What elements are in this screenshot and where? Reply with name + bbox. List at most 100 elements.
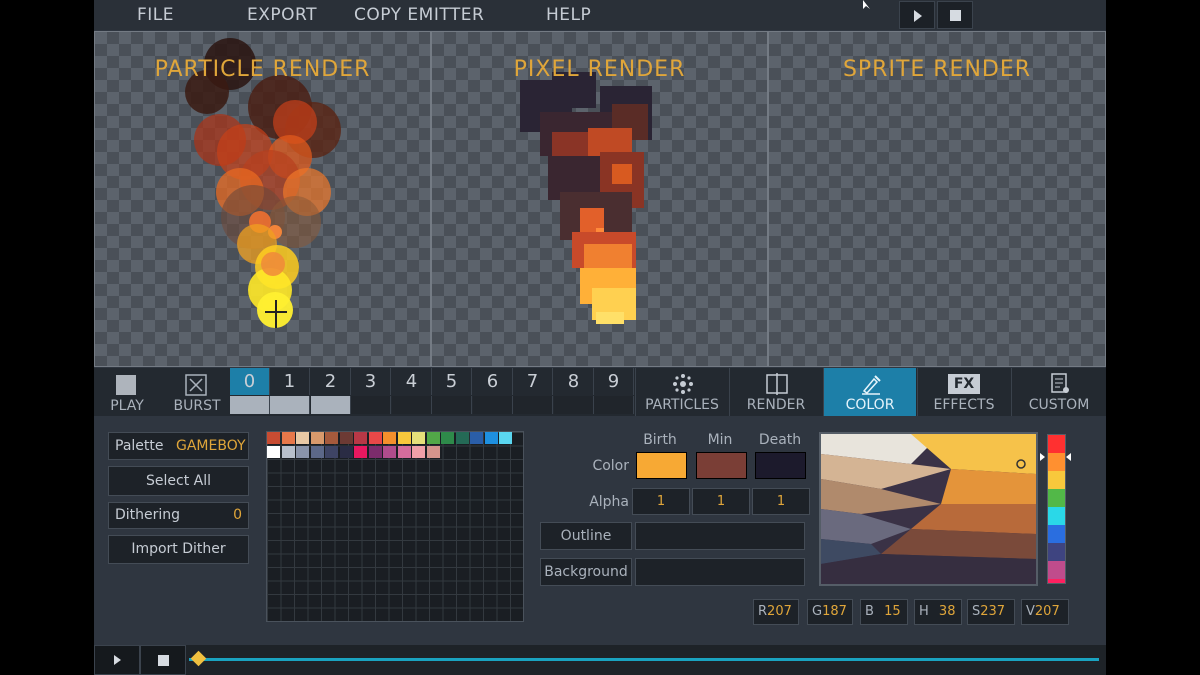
tab-render[interactable]: RENDER bbox=[729, 368, 822, 416]
timeline-play-icon bbox=[114, 655, 121, 665]
hue-slider[interactable] bbox=[1047, 434, 1066, 584]
palette-swatch[interactable] bbox=[310, 432, 324, 444]
tab-effects[interactable]: FX EFFECTS bbox=[917, 368, 1010, 416]
channel-b-field[interactable]: B 15 bbox=[860, 599, 908, 625]
import-dither-button[interactable]: Import Dither bbox=[108, 535, 249, 564]
timeline-play-button[interactable] bbox=[94, 645, 140, 675]
panel-title-pixel: PIXEL RENDER bbox=[513, 57, 686, 82]
tab-color-label: COLOR bbox=[845, 397, 895, 413]
channel-g-value: 187 bbox=[822, 604, 847, 619]
sprite-render-panel[interactable]: SPRITE RENDER bbox=[768, 31, 1106, 367]
channel-s-field[interactable]: S237 bbox=[967, 599, 1015, 625]
palette-swatch[interactable] bbox=[325, 446, 338, 458]
palette-swatch[interactable] bbox=[484, 432, 498, 444]
emitter-slot-3[interactable]: 3 bbox=[351, 368, 391, 395]
dithering-value: 0 bbox=[233, 507, 242, 523]
channel-r-field[interactable]: R207 bbox=[753, 599, 799, 625]
min-color-swatch[interactable] bbox=[696, 452, 747, 479]
palette-swatch[interactable] bbox=[339, 432, 353, 444]
palette-swatch[interactable] bbox=[296, 432, 309, 444]
palette-swatch[interactable] bbox=[412, 432, 425, 444]
palette-swatch[interactable] bbox=[368, 446, 382, 458]
emitter-tab-strip: PLAY BURST 0 1 2 3 4 5 6 7 8 9 PARTICLES… bbox=[94, 368, 1106, 416]
particle-render-panel[interactable]: PARTICLE RENDER bbox=[94, 31, 431, 367]
palette-swatch[interactable] bbox=[339, 446, 353, 458]
channel-v-field[interactable]: V207 bbox=[1021, 599, 1069, 625]
background-button[interactable]: Background bbox=[540, 558, 632, 586]
app-window: FILE EXPORT COPY EMITTER HELP PARTICLE R… bbox=[94, 0, 1106, 675]
toolbar-play-button[interactable] bbox=[899, 1, 935, 29]
palette-swatch[interactable] bbox=[296, 446, 309, 458]
palette-swatch[interactable] bbox=[426, 432, 440, 444]
palette-swatch[interactable] bbox=[383, 446, 396, 458]
toolbar-stop-button[interactable] bbox=[937, 1, 973, 29]
emitter-slot-0[interactable]: 0 bbox=[230, 368, 270, 395]
birth-color-swatch[interactable] bbox=[636, 452, 687, 479]
channel-r-value: 207 bbox=[767, 604, 792, 619]
palette-swatch[interactable] bbox=[397, 432, 411, 444]
palette-swatch[interactable] bbox=[267, 446, 280, 458]
tab-particles-label: PARTICLES bbox=[645, 397, 719, 413]
emitter-slot-1[interactable]: 1 bbox=[270, 368, 310, 395]
menu-help[interactable]: HELP bbox=[546, 5, 591, 25]
dithering-field[interactable]: Dithering 0 bbox=[108, 502, 249, 529]
palette-swatch[interactable] bbox=[397, 446, 411, 458]
select-all-button[interactable]: Select All bbox=[108, 466, 249, 496]
emitter-slot-4[interactable]: 4 bbox=[392, 368, 432, 395]
palette-swatch[interactable] bbox=[281, 446, 295, 458]
palette-swatch[interactable] bbox=[499, 432, 512, 444]
outline-color-field[interactable] bbox=[635, 522, 805, 550]
channel-b-value: 15 bbox=[884, 604, 901, 619]
stop-icon bbox=[950, 10, 961, 21]
palette-swatch[interactable] bbox=[368, 432, 382, 444]
timeline-keyframe-icon[interactable] bbox=[190, 650, 207, 667]
channel-h-field[interactable]: H 38 bbox=[914, 599, 962, 625]
tab-custom[interactable]: CUSTOM bbox=[1011, 368, 1106, 416]
menu-export[interactable]: EXPORT bbox=[247, 5, 317, 25]
outline-button[interactable]: Outline bbox=[540, 522, 632, 550]
palette-grid[interactable] bbox=[266, 431, 524, 622]
emitter-slot-8[interactable]: 8 bbox=[554, 368, 594, 395]
palette-swatch[interactable] bbox=[354, 432, 367, 444]
burst-tool-button[interactable]: BURST bbox=[164, 368, 230, 416]
birth-alpha-field[interactable]: 1 bbox=[632, 488, 690, 515]
emitter-slot-9[interactable]: 9 bbox=[594, 368, 634, 395]
palette-swatch[interactable] bbox=[470, 432, 483, 444]
emitter-indicator-4 bbox=[392, 396, 432, 414]
play-tool-button[interactable]: PLAY bbox=[94, 368, 160, 416]
channel-h-key: H bbox=[919, 604, 929, 619]
channel-g-field[interactable]: G187 bbox=[807, 599, 853, 625]
palette-swatch[interactable] bbox=[412, 446, 425, 458]
palette-swatch[interactable] bbox=[441, 432, 454, 444]
emitter-slot-2[interactable]: 2 bbox=[311, 368, 351, 395]
palette-selector[interactable]: Palette GAMEBOY bbox=[108, 432, 249, 460]
tab-particles[interactable]: PARTICLES bbox=[635, 368, 728, 416]
palette-swatch[interactable] bbox=[354, 446, 367, 458]
timeline-stop-button[interactable] bbox=[140, 645, 186, 675]
timeline-track[interactable] bbox=[189, 658, 1099, 661]
color-picker-area[interactable] bbox=[819, 432, 1038, 586]
palette-swatch[interactable] bbox=[426, 446, 440, 458]
palette-label: Palette bbox=[115, 438, 164, 454]
death-header: Death bbox=[758, 432, 802, 448]
tab-color[interactable]: COLOR bbox=[823, 368, 916, 416]
death-color-swatch[interactable] bbox=[755, 452, 806, 479]
palette-swatch[interactable] bbox=[455, 432, 469, 444]
palette-swatch[interactable] bbox=[310, 446, 324, 458]
emitter-slot-7[interactable]: 7 bbox=[513, 368, 553, 395]
palette-swatch[interactable] bbox=[267, 432, 280, 444]
menu-file[interactable]: FILE bbox=[137, 5, 174, 25]
menu-copy-emitter[interactable]: COPY EMITTER bbox=[354, 5, 484, 25]
death-alpha-field[interactable]: 1 bbox=[752, 488, 810, 515]
min-alpha-field[interactable]: 1 bbox=[692, 488, 750, 515]
pixel-render-panel[interactable]: PIXEL RENDER bbox=[431, 31, 768, 367]
background-color-field[interactable] bbox=[635, 558, 805, 586]
emitter-slot-5[interactable]: 5 bbox=[432, 368, 472, 395]
emitter-slot-6[interactable]: 6 bbox=[473, 368, 513, 395]
palette-swatch[interactable] bbox=[281, 432, 295, 444]
palette-swatch[interactable] bbox=[325, 432, 338, 444]
color-gradient bbox=[821, 434, 1036, 584]
render-icon bbox=[766, 373, 788, 395]
palette-swatch[interactable] bbox=[383, 432, 396, 444]
tab-effects-label: EFFECTS bbox=[933, 397, 995, 413]
